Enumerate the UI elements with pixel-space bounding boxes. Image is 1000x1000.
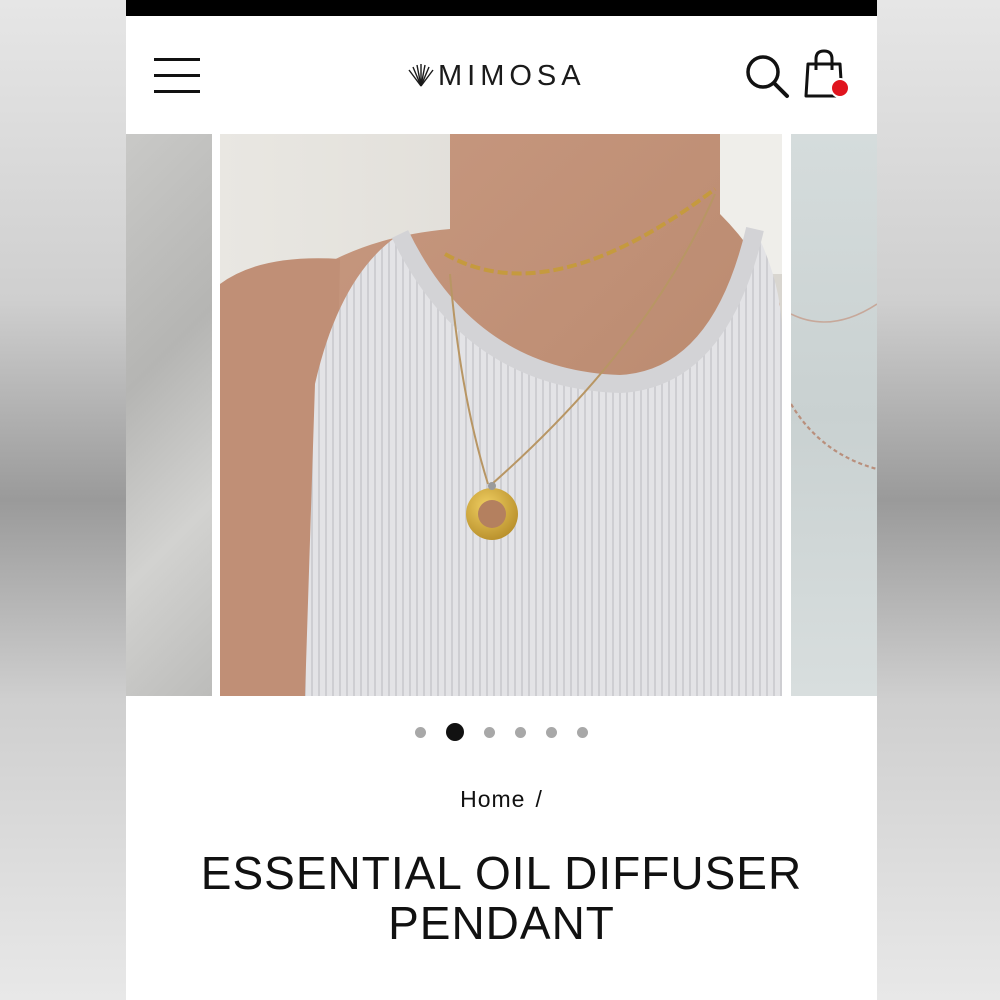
breadcrumb: Home / — [126, 786, 877, 813]
cart-button[interactable] — [802, 48, 854, 104]
pagination-dot[interactable] — [546, 726, 557, 738]
phone-screen: MIMOSA Home / ESSENTIAL OIL DIFFUSER PEN… — [126, 0, 877, 1000]
product-title-line: ESSENTIAL OIL DIFFUSER — [200, 847, 803, 899]
pagination-dot[interactable] — [577, 726, 588, 738]
pagination-dot-active[interactable] — [446, 723, 464, 741]
background-right — [877, 0, 1000, 1000]
hamburger-menu-icon-line — [154, 74, 200, 77]
pagination-dot[interactable] — [515, 726, 526, 738]
gallery-main-image[interactable] — [220, 134, 782, 696]
breadcrumb-separator: / — [535, 786, 543, 812]
pagination-dot[interactable] — [415, 726, 426, 738]
logo-fan-icon — [408, 64, 434, 87]
product-title: ESSENTIAL OIL DIFFUSER PENDANT — [146, 848, 857, 948]
product-gallery[interactable] — [126, 134, 877, 696]
hamburger-menu-icon-line — [154, 58, 200, 61]
product-title-line: PENDANT — [388, 897, 615, 949]
brand-logo[interactable]: MIMOSA — [406, 56, 596, 96]
brand-name: MIMOSA — [438, 59, 586, 92]
gallery-prev-slide[interactable] — [126, 134, 212, 696]
next-slide-photo — [790, 303, 877, 471]
pagination-dot[interactable] — [484, 726, 495, 738]
product-photo — [220, 134, 782, 696]
cart-badge — [830, 78, 850, 98]
gallery-pagination — [126, 722, 877, 742]
menu-button[interactable] — [154, 56, 202, 94]
background-left — [0, 0, 126, 1000]
site-header: MIMOSA — [126, 16, 877, 132]
gallery-next-slide[interactable] — [790, 134, 877, 696]
search-button[interactable] — [743, 52, 791, 100]
search-icon — [746, 55, 789, 98]
breadcrumb-home-link[interactable]: Home — [460, 786, 525, 812]
hamburger-menu-icon-line — [154, 90, 200, 93]
status-bar — [126, 0, 877, 16]
